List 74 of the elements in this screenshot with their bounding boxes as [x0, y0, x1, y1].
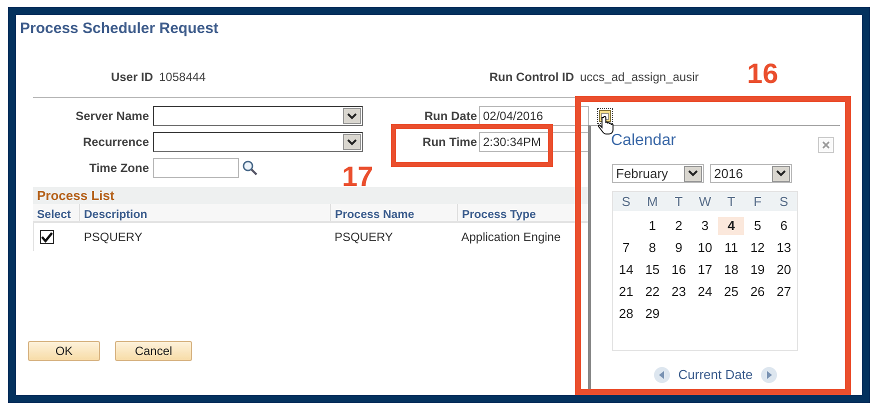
calendar-day[interactable]: 23	[666, 283, 692, 301]
chevron-down-icon	[776, 170, 786, 177]
calendar-day[interactable]: 20	[770, 261, 797, 279]
calendar-day[interactable]: 4	[718, 217, 744, 235]
calendar-day[interactable]: 15	[639, 261, 666, 279]
column-header: Description	[79, 204, 330, 221]
calendar-day[interactable]: 10	[692, 239, 718, 257]
calendar-day[interactable]: 1	[639, 217, 666, 235]
calendar-day[interactable]: 14	[613, 261, 640, 279]
previous-button[interactable]	[654, 366, 670, 383]
close-button[interactable]	[818, 137, 834, 153]
calendar-day[interactable]: 3	[692, 217, 718, 235]
chevron-down-icon	[347, 138, 357, 146]
field-label: Time Zone	[88, 160, 150, 177]
calendar-day[interactable]: 25	[718, 283, 744, 301]
field-label: Server Name	[74, 108, 150, 125]
field-label: Run Time	[422, 134, 478, 151]
weekday-label: M	[646, 193, 659, 211]
calendar-day[interactable]: 19	[744, 261, 771, 279]
calendar-day[interactable]: 28	[613, 305, 640, 323]
current-date-link[interactable]: Current Date	[678, 365, 753, 384]
calendar-day[interactable]: 2	[666, 217, 692, 235]
field-label: User ID	[110, 69, 153, 86]
field-label: Run Control ID	[488, 69, 574, 86]
calendar-day[interactable]: 7	[613, 239, 640, 257]
calendar-day[interactable]: 26	[744, 283, 771, 301]
dropdown[interactable]	[153, 132, 363, 152]
calendar-day[interactable]: 9	[666, 239, 692, 257]
calendar-day[interactable]: 18	[718, 261, 744, 279]
field-value: 1058444	[159, 69, 206, 86]
dropdown[interactable]	[153, 106, 363, 126]
calendar-day[interactable]: 5	[744, 217, 771, 235]
column-header: Select	[36, 208, 72, 221]
weekday-label: S	[778, 193, 790, 211]
chevron-down-icon	[347, 112, 357, 120]
checkbox[interactable]	[40, 230, 54, 244]
calendar-day[interactable]: 12	[744, 239, 771, 257]
weekday-label: W	[698, 193, 712, 211]
field-label: Run Date	[423, 108, 478, 125]
calendar-day[interactable]: 6	[770, 217, 797, 235]
table-cell-text: Application Engine	[460, 229, 562, 246]
field-value: uccs_ad_assign_ausir	[580, 69, 699, 86]
calendar-day[interactable]: 13	[770, 239, 797, 257]
calendar-day[interactable]: 22	[639, 283, 666, 301]
cancel-button[interactable]: Cancel	[115, 341, 192, 361]
month-dropdown[interactable]: February	[612, 164, 704, 183]
popup-title: Calendar	[611, 132, 676, 150]
year-dropdown[interactable]: 2016	[710, 164, 792, 183]
page-title: Process Scheduler Request	[20, 20, 220, 38]
calendar-day[interactable]: 29	[639, 305, 666, 323]
left-arrow-icon	[659, 370, 666, 379]
next-button[interactable]	[760, 366, 777, 383]
table-cell-text: PSQUERY	[82, 229, 144, 246]
input-field[interactable]	[153, 158, 239, 178]
weekday-label: F	[752, 193, 763, 211]
field-label: Recurrence	[82, 134, 150, 151]
calendar-day[interactable]: 21	[613, 283, 640, 301]
calendar-day[interactable]: 27	[770, 283, 797, 301]
weekday-label: T	[726, 193, 736, 211]
column-header: Process Name	[330, 204, 457, 221]
calendar-day[interactable]: 11	[718, 239, 744, 257]
ok-button[interactable]: OK	[28, 341, 100, 361]
right-arrow-icon	[766, 370, 772, 379]
step-number: 16	[747, 60, 778, 88]
calendar-day[interactable]: 17	[692, 261, 718, 279]
chevron-down-icon	[688, 170, 698, 177]
calendar-day[interactable]: 16	[666, 261, 692, 279]
calendar-day[interactable]: 8	[639, 239, 666, 257]
calendar-day[interactable]: 24	[692, 283, 718, 301]
weekday-label: T	[674, 193, 684, 211]
search-icon[interactable]	[242, 160, 258, 176]
table-cell-text: PSQUERY	[333, 229, 394, 246]
close-icon	[822, 141, 830, 149]
weekday-label: S	[620, 193, 632, 211]
